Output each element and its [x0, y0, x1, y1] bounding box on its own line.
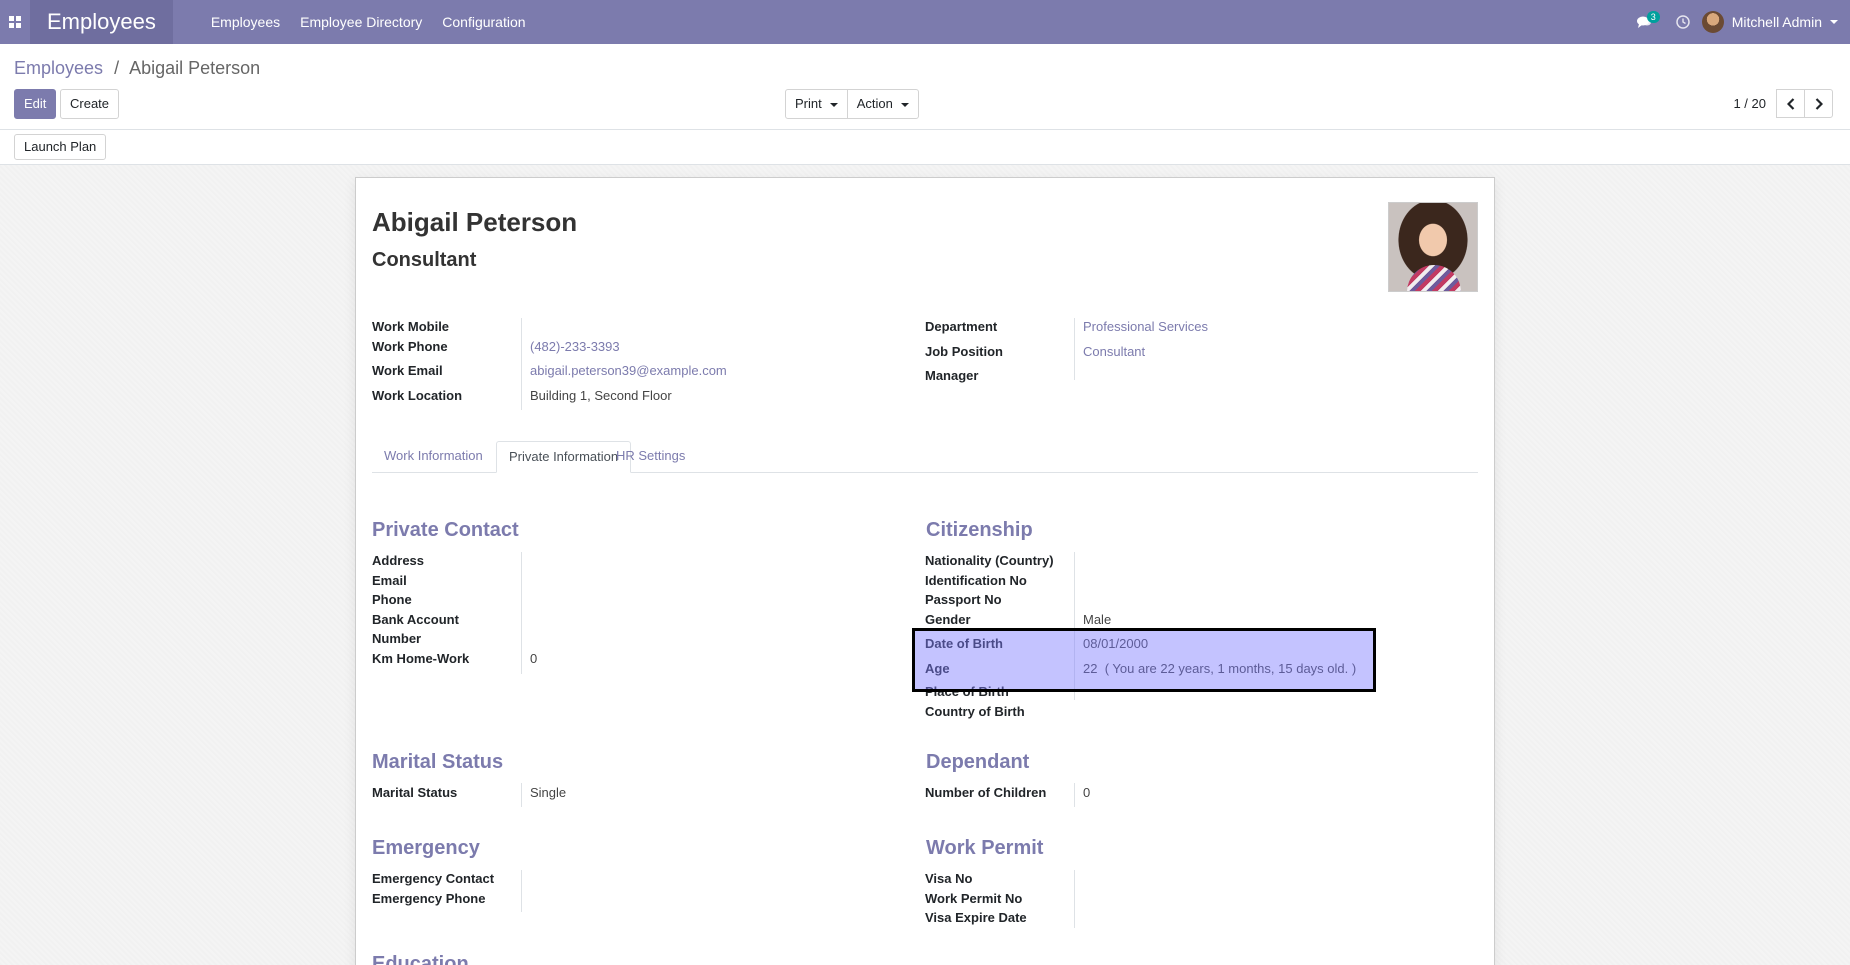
main-menu: Employees Employee Directory Configurati…: [201, 0, 536, 44]
launch-plan-button[interactable]: Launch Plan: [14, 134, 107, 160]
tab-work-information[interactable]: Work Information: [372, 441, 495, 473]
pager-previous-button[interactable]: [1776, 89, 1805, 118]
number-of-children-value[interactable]: 0: [1083, 785, 1090, 801]
employee-photo[interactable]: [1388, 202, 1478, 292]
km-home-work-label: Km Home-Work: [372, 651, 470, 666]
print-label: Print: [795, 96, 822, 111]
field-divider: [1074, 318, 1075, 380]
messaging-menu[interactable]: 3: [1624, 0, 1664, 44]
pager-next-button[interactable]: [1804, 89, 1833, 118]
field-divider: [521, 783, 522, 807]
action-dropdown[interactable]: Action: [846, 89, 919, 119]
caret-down-icon: [900, 102, 909, 107]
tab-hr-settings[interactable]: HR Settings: [604, 441, 697, 473]
breadcrumb-employees[interactable]: Employees: [14, 58, 103, 78]
work-mobile-label: Work Mobile: [372, 319, 450, 334]
work-location-value[interactable]: Building 1, Second Floor: [530, 388, 672, 404]
action-label: Action: [856, 96, 893, 111]
gender-value[interactable]: Male: [1083, 612, 1111, 628]
print-dropdown[interactable]: Print: [785, 89, 848, 119]
bank-account-label: Bank Account: [372, 612, 459, 627]
photo-dress: [1407, 265, 1461, 291]
caret-down-icon: [1830, 20, 1838, 24]
passport-no-label: Passport No: [925, 592, 1002, 607]
emergency-title: Emergency: [372, 837, 480, 859]
work-permit-no-label: Work Permit No: [925, 891, 1023, 906]
create-button[interactable]: Create: [60, 89, 120, 119]
employee-job-title[interactable]: Consultant: [372, 249, 476, 272]
chevron-right-icon: [1815, 97, 1823, 110]
highlight-box: [912, 628, 1376, 692]
field-divider: [521, 318, 522, 410]
apps-menu-icon[interactable]: [0, 0, 30, 44]
work-phone-value[interactable]: (482)-233-3393: [530, 339, 620, 355]
breadcrumb: Employees / Abigail Peterson: [14, 58, 260, 79]
department-label: Department: [925, 319, 998, 334]
action-button-group: Print Action: [785, 89, 919, 119]
emergency-phone-label: Emergency Phone: [372, 891, 486, 906]
field-divider: [521, 552, 522, 674]
breadcrumb-separator: /: [114, 58, 120, 78]
address-label: Address: [372, 553, 425, 568]
notebook-tabs: Work Information Private Information HR …: [372, 441, 1478, 473]
avatar: [1701, 11, 1724, 33]
country-of-birth-label: Country of Birth: [925, 704, 1025, 719]
private-email-label: Email: [372, 573, 407, 588]
employee-name[interactable]: Abigail Peterson: [372, 207, 577, 238]
nationality-label: Nationality (Country): [925, 553, 1054, 568]
job-position-value[interactable]: Consultant: [1083, 344, 1145, 360]
field-divider: [1074, 870, 1075, 928]
caret-down-icon: [829, 102, 838, 107]
field-divider: [1074, 783, 1075, 807]
marital-status-value[interactable]: Single: [530, 785, 566, 801]
work-phone-label: Work Phone: [372, 339, 448, 354]
work-email-value[interactable]: abigail.peterson39@example.com: [530, 363, 727, 379]
number-of-children-label: Number of Children: [925, 785, 1047, 800]
work-permit-title: Work Permit: [926, 837, 1044, 859]
app-brand[interactable]: Employees: [30, 0, 173, 44]
systray: 3 Mitchell Admin: [1624, 0, 1850, 44]
marital-status-label: Marital Status: [372, 785, 458, 800]
department-value[interactable]: Professional Services: [1083, 319, 1208, 335]
activity-menu[interactable]: [1664, 0, 1702, 44]
citizenship-title: Citizenship: [926, 519, 1033, 541]
field-divider: [521, 870, 522, 912]
user-name: Mitchell Admin: [1731, 14, 1822, 30]
pager: 1 / 20: [1733, 89, 1833, 118]
statusbar-divider: [0, 129, 1850, 130]
user-menu[interactable]: Mitchell Admin: [1701, 11, 1850, 33]
bank-account-label-line2: Number: [372, 631, 422, 646]
clock-icon: [1675, 15, 1690, 29]
manager-label: Manager: [925, 368, 979, 383]
menu-employee-directory[interactable]: Employee Directory: [290, 0, 432, 44]
top-navbar: Employees Employees Employee Directory C…: [0, 0, 1850, 44]
work-email-label: Work Email: [372, 363, 443, 378]
pager-value[interactable]: 1 / 20: [1733, 96, 1766, 111]
chevron-left-icon: [1786, 97, 1794, 110]
education-title: Education: [372, 953, 469, 965]
private-contact-title: Private Contact: [372, 519, 519, 541]
km-home-work-value[interactable]: 0: [530, 651, 537, 667]
identification-no-label: Identification No: [925, 573, 1027, 588]
menu-configuration[interactable]: Configuration: [432, 0, 535, 44]
edit-button[interactable]: Edit: [14, 89, 57, 119]
emergency-contact-label: Emergency Contact: [372, 871, 495, 886]
menu-employees[interactable]: Employees: [201, 0, 290, 44]
job-position-label: Job Position: [925, 344, 1003, 359]
employee-form-sheet: Abigail Peterson Consultant Work Mobile …: [355, 177, 1495, 965]
work-location-label: Work Location: [372, 388, 463, 403]
chat-count-badge: 3: [1646, 11, 1660, 23]
gender-label: Gender: [925, 612, 971, 627]
control-panel: Employees / Abigail Peterson Edit Create…: [0, 44, 1850, 165]
visa-no-label: Visa No: [925, 871, 973, 886]
marital-status-title: Marital Status: [372, 751, 504, 773]
dependant-title: Dependant: [926, 751, 1030, 773]
private-phone-label: Phone: [372, 592, 412, 607]
visa-expire-date-label: Visa Expire Date: [925, 910, 1027, 925]
breadcrumb-current: Abigail Peterson: [129, 58, 261, 78]
